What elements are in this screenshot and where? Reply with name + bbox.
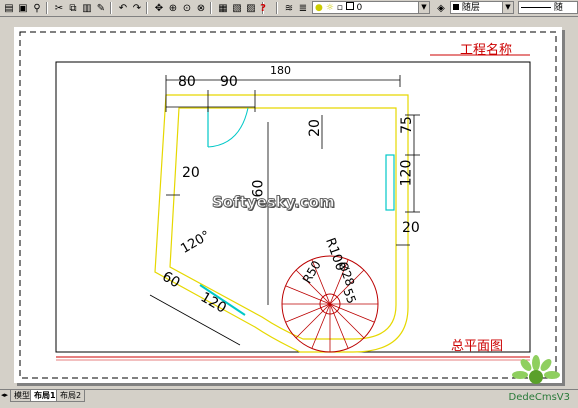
properties-icon[interactable]: ▦	[216, 1, 230, 15]
flower-icon	[512, 355, 560, 384]
layout-tabs: ◂▸ 模型 布局1 布局2	[0, 389, 578, 408]
standard-toolbar: ▤ ▣ ⚲ ✂ ⧉ ▥ ✎ ↶ ↷ ✥ ⊕ ⊙ ⊗ ▦ ▧ ▨ ? ≋ ≣ ● …	[0, 0, 578, 17]
logo-text: DedeCmsV3	[508, 392, 571, 403]
toolbar-separator	[210, 2, 212, 14]
layer-dropdown[interactable]: ● ☼ ▫ 0 ▼	[312, 1, 430, 14]
paste-icon[interactable]: ▥	[80, 1, 94, 15]
chevron-down-icon[interactable]: ▼	[502, 2, 513, 13]
linetype-sample	[521, 7, 551, 8]
print-icon[interactable]: ▤	[2, 1, 16, 15]
color-dropdown[interactable]: 随层 ▼	[450, 1, 514, 14]
layer-manager-icon[interactable]: ≋	[282, 1, 296, 15]
match-properties-icon[interactable]: ✎	[94, 1, 108, 15]
layer-color-swatch	[345, 2, 354, 10]
watermark-text: Softyesky.com	[212, 193, 336, 212]
layer-value: 0	[356, 3, 363, 13]
dim-top-total: 180	[270, 64, 291, 77]
dim-top-left: 80	[178, 74, 196, 90]
toolbar-separator	[110, 2, 112, 14]
linetype-dropdown[interactable]: 随	[518, 1, 578, 14]
copy-icon[interactable]: ⧉	[66, 1, 80, 15]
dim-right-top: 75	[398, 116, 415, 134]
dim-right-wall: 20	[402, 220, 420, 236]
tab-layout2[interactable]: 布局2	[56, 390, 86, 402]
project-title: 工程名称	[460, 43, 513, 58]
right-window	[385, 154, 395, 211]
outer-wall	[154, 94, 409, 353]
corner-logo: DedeCmsV3	[508, 355, 572, 405]
undo-icon[interactable]: ↶	[116, 1, 130, 15]
door-swing	[207, 107, 249, 148]
zoom-realtime-icon[interactable]: ⊕	[166, 1, 180, 15]
redo-icon[interactable]: ↷	[130, 1, 144, 15]
dim-top-right: 90	[220, 74, 238, 90]
pan-icon[interactable]: ✥	[152, 1, 166, 15]
sun-icon: ☼	[325, 3, 334, 13]
drawing-canvas[interactable]: 工程名称 总平面图 180 80 90 20 75 120 20 260 20 …	[0, 17, 578, 389]
toolbar-separator	[276, 2, 278, 14]
toolbar-separator	[146, 2, 148, 14]
help-icon[interactable]: ?	[256, 1, 270, 15]
zoom-window-icon[interactable]: ⊙	[180, 1, 194, 15]
toolbar-separator	[46, 2, 48, 14]
make-current-icon[interactable]: ◈	[434, 1, 448, 15]
design-center-icon[interactable]: ▧	[230, 1, 244, 15]
dim-right-window: 120	[398, 159, 415, 187]
dim-wall-thickness: 20	[306, 119, 323, 137]
plan-title: 总平面图	[451, 339, 504, 354]
layer-previous-icon[interactable]: ≣	[296, 1, 310, 15]
spiral-stair	[281, 255, 379, 353]
lightbulb-icon: ●	[315, 3, 323, 13]
cut-icon[interactable]: ✂	[52, 1, 66, 15]
tab-nav-arrows[interactable]: ◂▸	[1, 391, 8, 399]
color-swatch	[453, 4, 459, 10]
print-preview-icon[interactable]: ▣	[16, 1, 30, 15]
lock-icon: ▫	[336, 3, 343, 13]
color-value: 随层	[461, 3, 480, 13]
chevron-down-icon[interactable]: ▼	[418, 2, 429, 13]
linetype-value: 随	[553, 3, 563, 13]
zoom-preview-icon[interactable]: ⚲	[30, 1, 44, 15]
zoom-previous-icon[interactable]: ⊗	[194, 1, 208, 15]
dim-left-wall: 20	[182, 165, 200, 181]
